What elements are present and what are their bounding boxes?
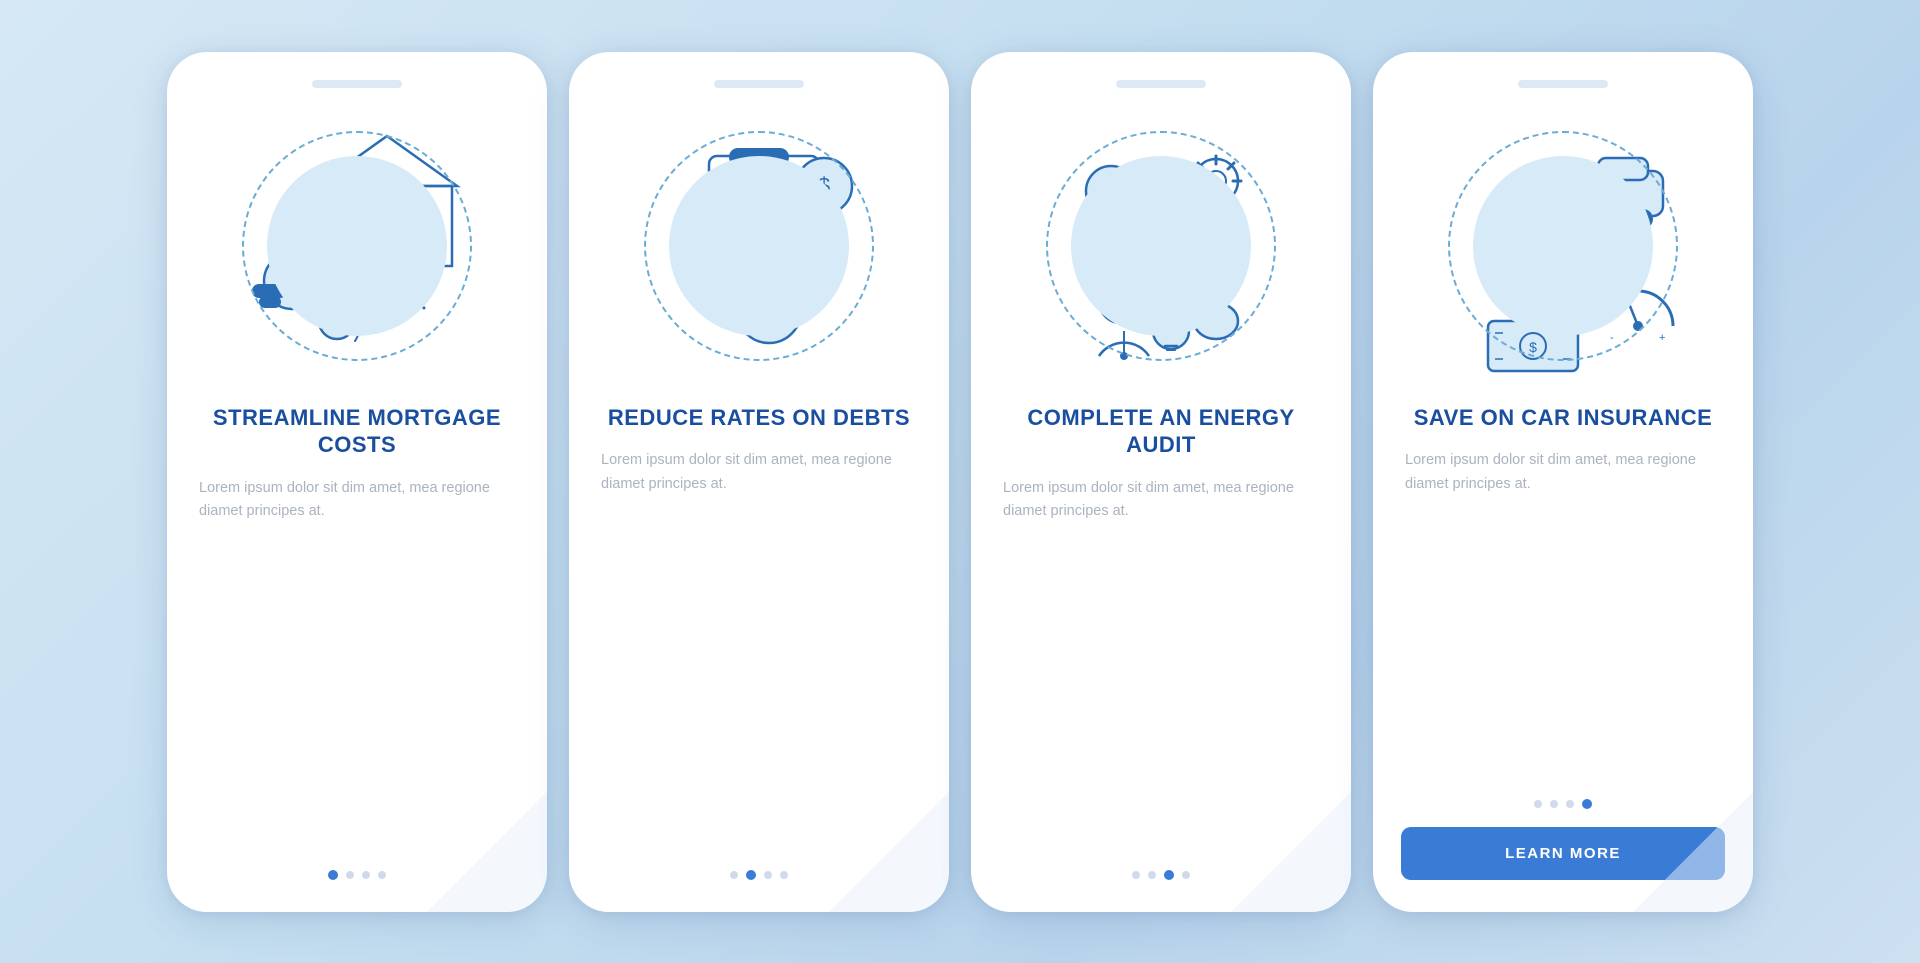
dot-active[interactable] [1164, 870, 1174, 880]
dot[interactable] [1132, 871, 1140, 879]
phone-2-title: REDUCE RATES ON DEBTS [608, 404, 910, 432]
phone-1: $ $ STREAMLINE MORTGAGE [167, 52, 547, 912]
illustration-mortgage: $ $ [217, 106, 497, 386]
phone-notch-1 [312, 80, 402, 88]
dot[interactable] [378, 871, 386, 879]
dot[interactable] [1534, 800, 1542, 808]
dot[interactable] [346, 871, 354, 879]
dot[interactable] [780, 871, 788, 879]
phone-1-title: STREAMLINE MORTGAGE COSTS [195, 404, 519, 459]
phone-1-desc: Lorem ipsum dolor sit dim amet, mea regi… [195, 477, 519, 525]
dot-active[interactable] [328, 870, 338, 880]
phone-3-dots [1132, 870, 1190, 880]
dot[interactable] [764, 871, 772, 879]
dot[interactable] [730, 871, 738, 879]
illustration-debts: $ $ [619, 106, 899, 386]
phones-container: $ $ STREAMLINE MORTGAGE [137, 22, 1783, 942]
learn-more-button[interactable]: LEARN MORE [1401, 827, 1725, 880]
phone-4-dots [1534, 799, 1592, 809]
dot[interactable] [1566, 800, 1574, 808]
dot[interactable] [1550, 800, 1558, 808]
phone-4-desc: Lorem ipsum dolor sit dim amet, mea regi… [1401, 449, 1725, 497]
phone-3: $ [971, 52, 1351, 912]
illustration-car-insurance: - + $ [1423, 106, 1703, 386]
illustration-energy: $ [1021, 106, 1301, 386]
phone-notch-4 [1518, 80, 1608, 88]
dot[interactable] [362, 871, 370, 879]
phone-notch-3 [1116, 80, 1206, 88]
phone-notch-2 [714, 80, 804, 88]
phone-2-desc: Lorem ipsum dolor sit dim amet, mea regi… [597, 449, 921, 497]
dot[interactable] [1148, 871, 1156, 879]
dot-active[interactable] [746, 870, 756, 880]
phone-4: - + $ SAVE ON CAR INSURANCE Lorem ipsum … [1373, 52, 1753, 912]
phone-2: $ $ REDUCE RATES ON DEBTS Lorem ipsum do… [569, 52, 949, 912]
svg-text:+: + [1659, 332, 1665, 344]
phone-4-title: SAVE ON CAR INSURANCE [1414, 404, 1713, 432]
phone-2-dots [730, 870, 788, 880]
dot[interactable] [1182, 871, 1190, 879]
dot-active[interactable] [1582, 799, 1592, 809]
phone-3-title: COMPLETE AN ENERGY AUDIT [999, 404, 1323, 459]
phone-3-desc: Lorem ipsum dolor sit dim amet, mea regi… [999, 477, 1323, 525]
phone-1-dots [328, 870, 386, 880]
